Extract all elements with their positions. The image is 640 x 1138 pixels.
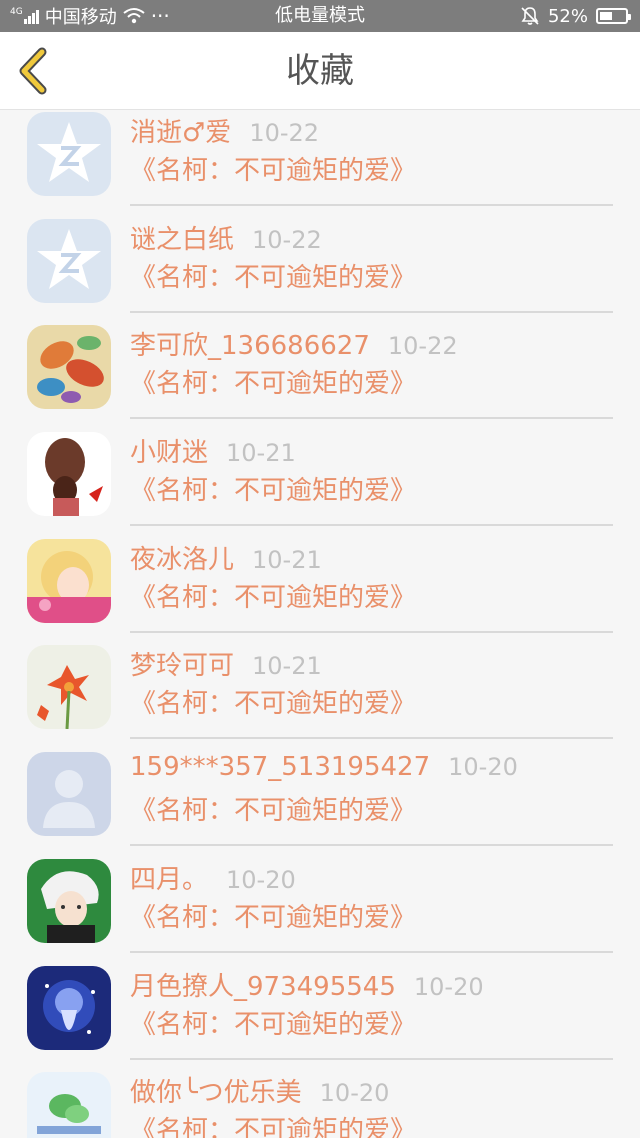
book-title[interactable]: 《名柯：不可逾矩的爱》 — [130, 1004, 416, 1041]
favorite-date: 10-22 — [252, 225, 322, 254]
book-title[interactable]: 《名柯：不可逾矩的爱》 — [130, 257, 416, 294]
favorite-item[interactable]: 月色撩人_973495545 10-20 《名柯：不可逾矩的爱》 — [0, 960, 640, 1067]
book-title[interactable]: 《名柯：不可逾矩的爱》 — [130, 1110, 416, 1138]
wechat-ad-avatar[interactable] — [27, 1072, 111, 1138]
battery-percent: 52% — [547, 5, 588, 27]
favorite-item[interactable]: 梦玲可可 10-21 《名柯：不可逾矩的爱》 — [0, 639, 640, 746]
book-title[interactable]: 《名柯：不可逾矩的爱》 — [130, 470, 416, 507]
favorite-item-text: 消逝♂爱 10-22 《名柯：不可逾矩的爱》 — [130, 110, 613, 206]
favorite-item-text: 四月。 10-20 《名柯：不可逾矩的爱》 — [130, 853, 613, 953]
battery-level — [600, 12, 612, 20]
name-line: 做你╰つ优乐美 10-20 — [130, 1072, 390, 1109]
favorites-list[interactable]: 消逝♂爱 10-22 《名柯：不可逾矩的爱》 谜之白纸 10-22 《名柯：不可逾矩的爱》… — [0, 110, 640, 1138]
favorite-item-text: 159***357_513195427 10-20 《名柯：不可逾矩的爱》 — [130, 746, 613, 847]
user-name[interactable]: 夜冰洛儿 — [130, 539, 234, 576]
favorite-item[interactable]: 小财迷 10-21 《名柯：不可逾矩的爱》 — [0, 426, 640, 533]
book-title[interactable]: 《名柯：不可逾矩的爱》 — [130, 577, 416, 614]
favorite-item-text: 谜之白纸 10-22 《名柯：不可逾矩的爱》 — [130, 213, 613, 313]
book-title[interactable]: 《名柯：不可逾矩的爱》 — [130, 150, 416, 187]
favorite-item-text: 小财迷 10-21 《名柯：不可逾矩的爱》 — [130, 426, 613, 527]
user-name[interactable]: 谜之白纸 — [130, 219, 234, 256]
status-bar: 4G 中国移动 ··· 低电量模式 52% — [0, 0, 640, 32]
favorite-date: 10-21 — [252, 545, 322, 574]
butterfly-avatar[interactable] — [27, 325, 111, 410]
girl-hair-avatar[interactable] — [27, 432, 111, 517]
favorite-item-text: 梦玲可可 10-21 《名柯：不可逾矩的爱》 — [130, 639, 613, 740]
book-title[interactable]: 《名柯：不可逾矩的爱》 — [130, 790, 416, 827]
favorite-date: 10-21 — [252, 652, 322, 681]
favorite-item-text: 李可欣_136686627 10-22 《名柯：不可逾矩的爱》 — [130, 319, 613, 420]
book-title[interactable]: 《名柯：不可逾矩的爱》 — [130, 683, 416, 720]
book-title[interactable]: 《名柯：不可逾矩的爱》 — [130, 363, 416, 400]
moonlight-avatar[interactable] — [27, 965, 111, 1050]
status-right: 52% — [520, 4, 631, 28]
user-name[interactable]: 159***357_513195427 — [130, 752, 430, 782]
favorites-list-inner: 消逝♂爱 10-22 《名柯：不可逾矩的爱》 谜之白纸 10-22 《名柯：不可逾矩的爱》… — [0, 110, 640, 1138]
page-title: 收藏 — [286, 51, 354, 91]
default-person-avatar[interactable] — [27, 752, 111, 837]
user-name[interactable]: 梦玲可可 — [130, 645, 234, 682]
user-name[interactable]: 做你╰つ优乐美 — [130, 1072, 302, 1109]
anime-boy-avatar[interactable] — [27, 858, 111, 943]
user-name[interactable]: 小财迷 — [130, 432, 208, 469]
name-line: 消逝♂爱 10-22 — [130, 112, 320, 149]
favorite-item[interactable]: 消逝♂爱 10-22 《名柯：不可逾矩的爱》 — [0, 110, 640, 213]
favorite-item[interactable]: 谜之白纸 10-22 《名柯：不可逾矩的爱》 — [0, 213, 640, 320]
favorite-item-text: 做你╰つ优乐美 10-20 《名柯：不可逾矩的爱》 — [130, 1066, 613, 1138]
name-line: 小财迷 10-21 — [130, 432, 296, 469]
name-line: 梦玲可可 10-21 — [130, 645, 322, 682]
favorite-item[interactable]: 李可欣_136686627 10-22 《名柯：不可逾矩的爱》 — [0, 319, 640, 426]
favorite-date: 10-22 — [387, 332, 458, 361]
bell-muted-icon — [521, 7, 539, 25]
user-name[interactable]: 消逝♂爱 — [130, 112, 231, 149]
favorite-item[interactable]: 夜冰洛儿 10-21 《名柯：不可逾矩的爱》 — [0, 533, 640, 640]
name-line: 159***357_513195427 10-20 — [130, 752, 518, 786]
user-name[interactable]: 四月。 — [130, 859, 208, 896]
favorite-date: 10-20 — [448, 753, 518, 782]
favorite-date: 10-20 — [226, 865, 296, 894]
lily-flower-avatar[interactable] — [27, 645, 111, 730]
favorite-date: 10-22 — [249, 119, 320, 147]
qq-default-avatar[interactable] — [27, 112, 111, 196]
user-name[interactable]: 李可欣_136686627 — [130, 325, 370, 362]
favorite-item-text: 夜冰洛儿 10-21 《名柯：不可逾矩的爱》 — [130, 533, 613, 633]
favorite-item[interactable]: 做你╰つ优乐美 10-20 《名柯：不可逾矩的爱》 — [0, 1066, 640, 1138]
favorite-date: 10-20 — [413, 972, 484, 1001]
name-line: 夜冰洛儿 10-21 — [130, 539, 322, 576]
favorite-item[interactable]: 159***357_513195427 10-20 《名柯：不可逾矩的爱》 — [0, 746, 640, 853]
book-title[interactable]: 《名柯：不可逾矩的爱》 — [130, 897, 416, 934]
user-name[interactable]: 月色撩人_973495545 — [130, 966, 396, 1003]
anime-girl-avatar[interactable] — [27, 538, 111, 623]
name-line: 四月。 10-20 — [130, 859, 296, 896]
battery-icon — [596, 8, 631, 24]
name-line: 李可欣_136686627 10-22 — [130, 325, 458, 362]
favorite-date: 10-21 — [226, 439, 296, 468]
name-line: 月色撩人_973495545 10-20 — [130, 966, 484, 1003]
favorite-date: 10-20 — [319, 1079, 390, 1108]
name-line: 谜之白纸 10-22 — [130, 219, 322, 256]
nav-bar: 收藏 — [0, 32, 640, 110]
qq-default-avatar[interactable] — [27, 218, 111, 303]
favorite-item[interactable]: 四月。 10-20 《名柯：不可逾矩的爱》 — [0, 853, 640, 960]
favorite-item-text: 月色撩人_973495545 10-20 《名柯：不可逾矩的爱》 — [130, 960, 613, 1060]
